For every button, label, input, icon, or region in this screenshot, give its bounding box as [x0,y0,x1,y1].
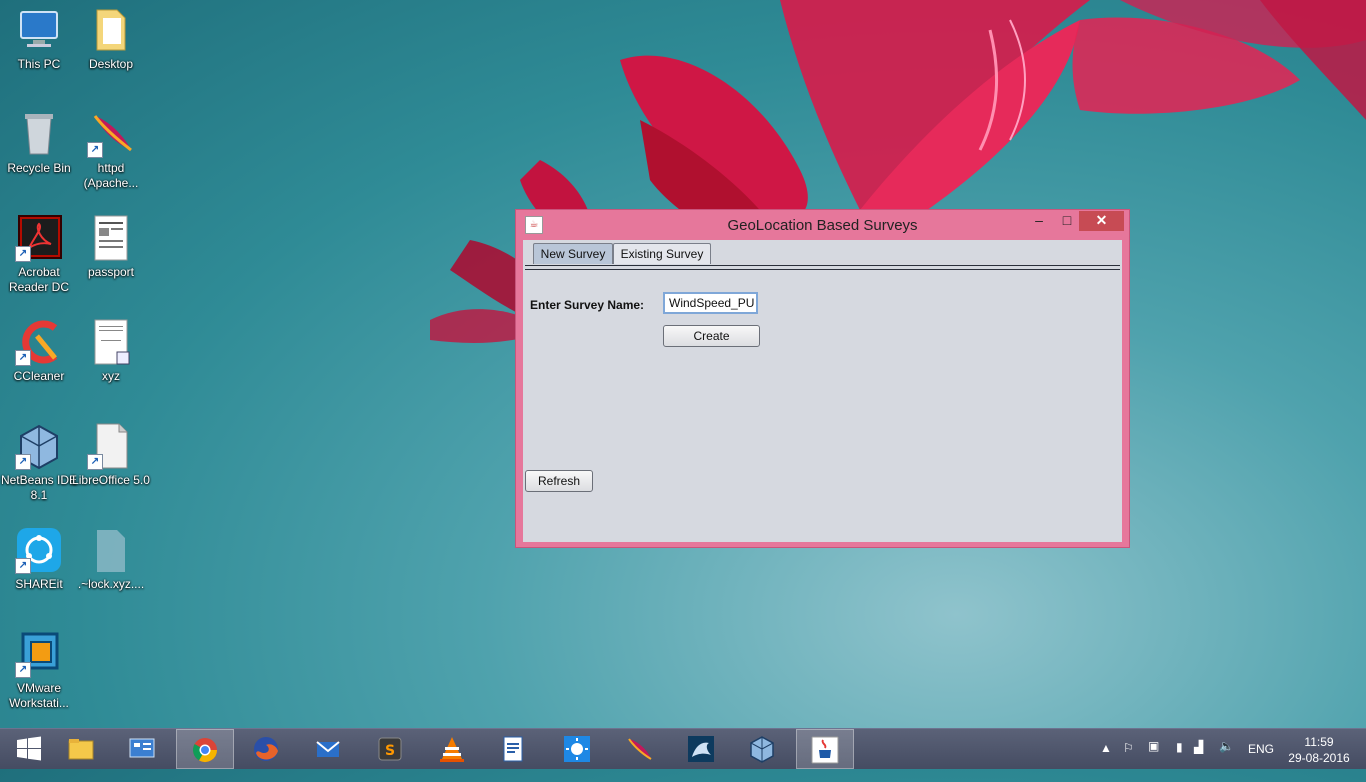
desktop-icon-vmware[interactable]: ↗ VMware Workstati... [0,630,78,711]
vmware-icon: ↗ [15,630,63,678]
tab-new-survey[interactable]: New Survey [533,243,613,264]
desktop-icon-label: LibreOffice 5.0 [72,473,150,487]
taskbar-vlc[interactable] [423,729,481,769]
desktop-icon-this-pc[interactable]: This PC [0,6,78,72]
battery-icon[interactable]: ▮ [1176,740,1183,780]
volume-icon[interactable]: 🔈 [1219,739,1234,779]
taskbar-java-app[interactable] [796,729,854,769]
refresh-button[interactable]: Refresh [525,470,593,492]
desktop-icon-label: Recycle Bin [7,161,71,175]
close-button[interactable]: ✕ [1079,211,1124,231]
java-cup-icon [811,736,839,764]
tab-divider [525,265,1120,270]
file-icon [87,526,135,574]
recycle-bin-icon [15,110,63,158]
shortcut-arrow-icon: ↗ [15,246,31,262]
desktop-icon-label: CCleaner [13,369,65,383]
desktop-icon-xyz[interactable]: xyz [72,318,150,384]
ccleaner-icon: ↗ [15,318,63,366]
sublime-text-icon: S [378,737,402,761]
taskbar-netbeans[interactable] [733,729,791,769]
show-hidden-icons-chevron-icon[interactable]: ▲ [1100,741,1112,781]
taskbar-chrome[interactable] [176,729,234,769]
apache-feather-icon [628,738,652,760]
wifi-signal-icon[interactable]: ▟ [1194,740,1203,780]
survey-name-label: Enter Survey Name: [530,298,645,312]
document-icon [87,318,135,366]
shortcut-arrow-icon: ↗ [15,454,31,470]
chrome-icon [192,738,217,763]
taskbar: S ▲ ⚐ ▣ ▮ ▟ 🔈 ENG 11:59 29-08-2016 [0,728,1366,769]
mysql-dolphin-icon [688,736,714,762]
folder-icon [68,739,94,760]
netbeans-cube-icon: ↗ [15,422,63,470]
taskbar-file-explorer[interactable] [52,729,110,769]
language-indicator[interactable]: ENG [1248,742,1274,782]
shareit-icon: ↗ [15,526,63,574]
shortcut-arrow-icon: ↗ [87,142,103,158]
desktop-icon-label: This PC [17,57,61,71]
minimize-button[interactable]: – [1026,211,1052,231]
taskbar-control-panel[interactable] [113,729,171,769]
document-icon [87,214,135,262]
desktop-icon-acrobat[interactable]: ↗ Acrobat Reader DC [0,214,78,295]
desktop-icon-netbeans[interactable]: ↗ NetBeans IDE 8.1 [0,422,78,503]
taskbar-apache[interactable] [610,729,668,769]
desktop-icon-desktop[interactable]: Desktop [72,6,150,72]
libreoffice-icon: ↗ [87,422,135,470]
taskbar-firefox[interactable] [237,729,295,769]
control-panel-icon [129,738,155,758]
geolocation-window: ☕ GeoLocation Based Surveys – □ ✕ New Su… [515,209,1130,548]
taskbar-mail[interactable] [299,729,357,769]
desktop-icon-label: VMware Workstati... [9,681,69,710]
desktop-icon-ccleaner[interactable]: ↗ CCleaner [0,318,78,384]
create-button[interactable]: Create [663,325,760,347]
desktop-icon-shareit[interactable]: ↗ SHAREit [0,526,78,592]
start-button[interactable] [0,729,58,769]
shortcut-arrow-icon: ↗ [15,558,31,574]
clock-date: 29-08-2016 [1288,751,1350,765]
survey-name-input[interactable]: WindSpeed_PU [663,292,758,314]
clock-time: 11:59 [1304,735,1334,749]
shortcut-arrow-icon: ↗ [15,350,31,366]
desktop-icon-recycle-bin[interactable]: Recycle Bin [0,110,78,176]
title-bar[interactable]: ☕ GeoLocation Based Surveys – □ ✕ [516,210,1129,240]
desktop-icon-lock-file[interactable]: .~lock.xyz.... [72,526,150,592]
shortcut-arrow-icon: ↗ [15,662,31,678]
shortcut-arrow-icon: ↗ [87,454,103,470]
computer-icon [15,6,63,54]
writer-document-icon [503,736,523,762]
desktop-icon-label: httpd (Apache... [83,161,139,190]
desktop-icon-label: NetBeans IDE 8.1 [0,473,78,502]
desktop-icon-label: Acrobat Reader DC [8,265,70,294]
vlc-cone-icon [440,737,464,762]
apache-feather-icon: ↗ [87,110,135,158]
netbeans-cube-icon [750,736,774,763]
firefox-icon [254,737,278,761]
system-clock[interactable]: 11:59 29-08-2016 [1284,734,1354,766]
desktop-icon-label: SHAREit [15,577,63,591]
desktop-icon-label: passport [87,265,135,279]
svg-text:S: S [385,743,395,759]
window-content: New Survey Existing Survey Enter Survey … [523,240,1122,542]
mail-icon [316,741,340,757]
windows-logo-icon [17,736,41,761]
security-icon[interactable]: ⚐ [1123,741,1134,781]
tab-existing-survey[interactable]: Existing Survey [613,243,711,264]
desktop-icon-label: Desktop [88,57,134,71]
taskbar-sublime-text[interactable]: S [361,729,419,769]
desktop-icon-passport[interactable]: passport [72,214,150,280]
sun-icon [564,736,590,762]
acrobat-icon: ↗ [15,214,63,262]
network-icon[interactable]: ▣ [1148,739,1159,779]
desktop-icon-httpd[interactable]: ↗ httpd (Apache... [72,110,150,191]
taskbar-brightness-app[interactable] [548,729,606,769]
maximize-button[interactable]: □ [1054,211,1080,231]
taskbar-libreoffice-writer[interactable] [484,729,542,769]
desktop-icon-label: xyz [102,369,120,383]
folder-icon [87,6,135,54]
desktop-icon-label: .~lock.xyz.... [77,577,145,591]
taskbar-mysql[interactable] [672,729,730,769]
desktop-icon-libreoffice[interactable]: ↗ LibreOffice 5.0 [72,422,150,488]
